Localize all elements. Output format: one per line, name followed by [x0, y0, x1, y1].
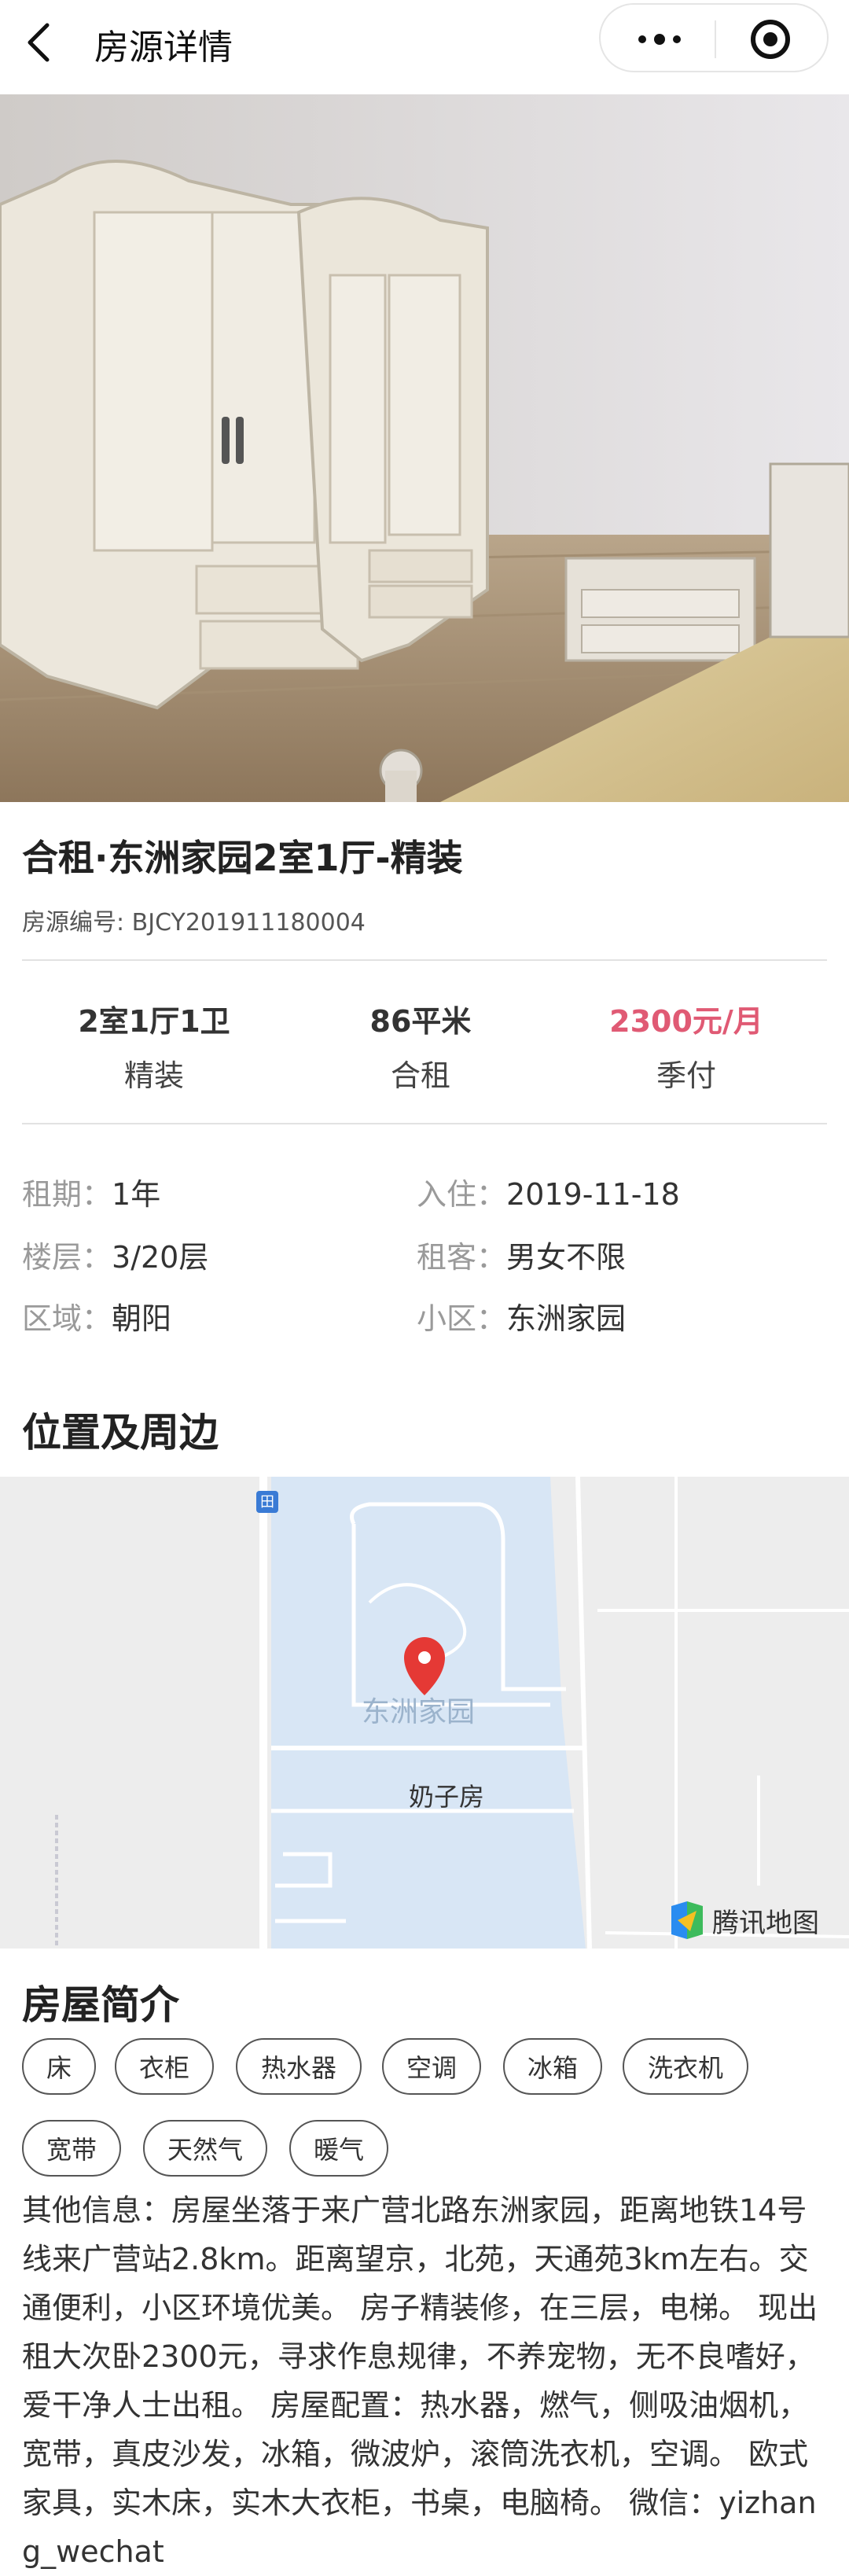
map-poi-label: 奶子房: [409, 1782, 485, 1812]
location-section-title: 位置及周边: [22, 1410, 219, 1455]
amenity-tag: 天然气: [143, 2120, 267, 2177]
detail-value: 1年: [112, 1177, 161, 1212]
stat-sub: 精装: [123, 1058, 184, 1093]
nav-bar: 房源详情: [0, 0, 849, 94]
amenity-tag: 冰箱: [503, 2038, 602, 2095]
close-button[interactable]: [748, 17, 792, 61]
photo-gallery[interactable]: [0, 94, 849, 802]
stat-sub: 季付: [656, 1058, 716, 1093]
detail-district: 区域：朝阳: [22, 1294, 171, 1338]
chevron-left-icon: [28, 23, 50, 62]
location-map[interactable]: 田 东洲家园 奶子房 腾讯地图: [0, 1477, 849, 1949]
detail-value: 东洲家园: [506, 1301, 627, 1336]
stat-price-value: 2300元/月: [609, 1004, 763, 1039]
map-brand: 腾讯地图: [667, 1900, 819, 1941]
map-place-label: 东洲家园: [362, 1696, 476, 1728]
divider: [22, 1123, 827, 1124]
amenity-tag: 洗衣机: [623, 2038, 748, 2095]
detail-tenant: 租客：男女不限: [417, 1233, 626, 1276]
stat-layout: 2室1厅1卫 精装: [36, 997, 272, 1095]
detail-lease: 租期：1年: [22, 1170, 160, 1213]
amenity-tag: 热水器: [236, 2038, 362, 2095]
detail-label: 楼层：: [22, 1240, 112, 1275]
amenity-tag: 衣柜: [115, 2038, 214, 2095]
mini-program-capsule: [599, 3, 829, 72]
stat-sub: 合租: [390, 1058, 450, 1093]
detail-label: 入住：: [417, 1177, 507, 1212]
listing-code-value: BJCY201911180004: [131, 909, 366, 937]
page-title: 房源详情: [94, 28, 233, 68]
more-menu-button[interactable]: [632, 22, 687, 57]
house-description: 其他信息：房屋坐落于来广营北路东洲家园，距离地铁14号线来广营站2.8km。距离…: [22, 2193, 818, 2569]
amenity-tag: 空调: [382, 2038, 481, 2095]
detail-label: 租期：: [22, 1177, 112, 1212]
detail-value: 朝阳: [112, 1301, 172, 1336]
detail-floor: 楼层：3/20层: [22, 1233, 208, 1276]
detail-label: 区域：: [22, 1301, 112, 1336]
capsule-divider: [715, 20, 716, 58]
stat-price: 2300元/月 季付: [568, 997, 804, 1095]
stat-value: 86平米: [369, 1004, 472, 1039]
detail-value: 3/20层: [112, 1240, 209, 1275]
detail-value: 男女不限: [506, 1240, 627, 1275]
detail-label: 小区：: [417, 1301, 507, 1336]
listing-title: 合租·东洲家园2室1厅-精装: [22, 837, 463, 879]
tencent-map-icon: [671, 1901, 703, 1939]
divider: [22, 959, 827, 961]
intro-section-title: 房屋简介: [22, 1982, 179, 2028]
detail-label: 租客：: [417, 1240, 507, 1275]
room-photo: [0, 94, 849, 802]
listing-code-label: 房源编号:: [22, 909, 132, 937]
more-icon-dot: [673, 35, 681, 43]
detail-movein: 入住：2019-11-18: [417, 1170, 680, 1213]
more-icon-dot: [654, 34, 665, 45]
detail-community: 小区：东洲家园: [417, 1294, 626, 1338]
detail-value: 2019-11-18: [506, 1177, 680, 1212]
listing-code: 房源编号: BJCY201911180004: [22, 903, 366, 937]
back-button[interactable]: [24, 11, 71, 74]
map-brand-label: 腾讯地图: [712, 1907, 819, 1939]
more-icon: [638, 35, 646, 43]
amenity-tag: 宽带: [22, 2120, 121, 2177]
amenity-tag: 暖气: [289, 2120, 388, 2177]
stat-value: 2室1厅1卫: [78, 1004, 230, 1039]
amenity-tag: 床: [22, 2038, 96, 2095]
target-icon: [751, 20, 790, 59]
stat-area: 86平米 合租: [303, 997, 538, 1095]
svg-text:田: 田: [260, 1494, 274, 1511]
